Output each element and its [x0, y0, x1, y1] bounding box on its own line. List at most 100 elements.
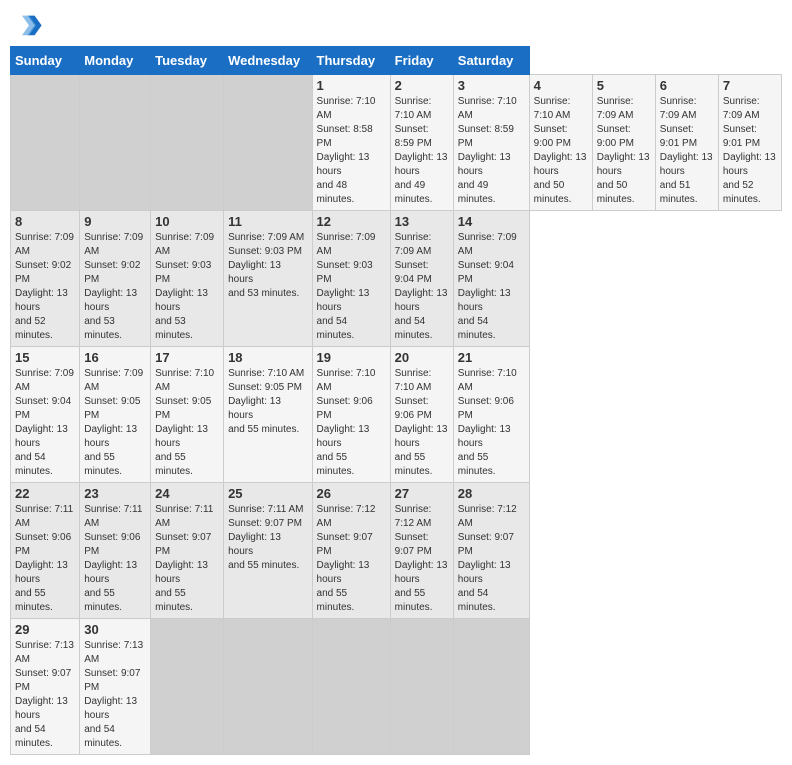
day-info: Sunrise: 7:09 AMSunset: 9:02 PMDaylight:… [15, 231, 75, 343]
day-info: Sunrise: 7:09 AMSunset: 9:02 PMDaylight:… [84, 231, 146, 343]
day-header-saturday: Saturday [453, 47, 529, 75]
day-number: 9 [84, 214, 146, 229]
day-info: Sunrise: 7:09 AMSunset: 9:03 PMDaylight:… [317, 231, 386, 343]
day-number: 24 [155, 486, 219, 501]
calendar-cell: 27 Sunrise: 7:12 AMSunset: 9:07 PMDayligh… [390, 483, 453, 619]
day-number: 11 [228, 214, 307, 229]
day-number: 4 [534, 78, 588, 93]
week-row-1: 1 Sunrise: 7:10 AMSunset: 8:58 PMDaylight… [11, 75, 782, 211]
day-header-wednesday: Wednesday [224, 47, 312, 75]
day-number: 1 [317, 78, 386, 93]
week-row-4: 22 Sunrise: 7:11 AMSunset: 9:06 PMDayligh… [11, 483, 782, 619]
calendar-cell: 8Sunrise: 7:09 AMSunset: 9:02 PMDaylight… [11, 211, 80, 347]
calendar-cell [224, 619, 312, 755]
logo-icon [15, 10, 43, 38]
calendar-cell: 26 Sunrise: 7:12 AMSunset: 9:07 PMDayligh… [312, 483, 390, 619]
day-info: Sunrise: 7:13 AMSunset: 9:07 PMDaylight:… [15, 639, 75, 751]
day-info: Sunrise: 7:09 AMSunset: 9:04 PMDaylight:… [395, 231, 449, 343]
calendar-cell: 18 Sunrise: 7:10 AMSunset: 9:05 PMDayligh… [224, 347, 312, 483]
day-number: 2 [395, 78, 449, 93]
calendar-cell: 22Sunrise: 7:11 AMSunset: 9:06 PMDayligh… [11, 483, 80, 619]
day-info: Sunrise: 7:11 AMSunset: 9:07 PMDaylight:… [228, 503, 307, 573]
day-info: Sunrise: 7:09 AMSunset: 9:01 PMDaylight:… [660, 95, 714, 207]
calendar-cell: 11 Sunrise: 7:09 AMSunset: 9:03 PMDayligh… [224, 211, 312, 347]
day-header-monday: Monday [80, 47, 151, 75]
calendar-cell: 24 Sunrise: 7:11 AMSunset: 9:07 PMDayligh… [151, 483, 224, 619]
calendar-cell: 15 Sunrise: 7:09 AMSunset: 9:04 PMDayligh… [11, 347, 80, 483]
day-header-thursday: Thursday [312, 47, 390, 75]
day-info: Sunrise: 7:12 AMSunset: 9:07 PMDaylight:… [395, 503, 449, 615]
day-number: 17 [155, 350, 219, 365]
day-number: 30 [84, 622, 146, 637]
calendar-cell: 14 Sunrise: 7:09 AMSunset: 9:04 PMDayligh… [453, 211, 529, 347]
day-info: Sunrise: 7:11 AMSunset: 9:06 PMDaylight:… [84, 503, 146, 615]
calendar-cell: 25 Sunrise: 7:11 AMSunset: 9:07 PMDayligh… [224, 483, 312, 619]
day-number: 27 [395, 486, 449, 501]
calendar-cell: 2 Sunrise: 7:10 AMSunset: 8:59 PMDaylight… [390, 75, 453, 211]
page-header [10, 10, 782, 38]
day-info: Sunrise: 7:11 AMSunset: 9:07 PMDaylight:… [155, 503, 219, 615]
day-number: 25 [228, 486, 307, 501]
day-number: 23 [84, 486, 146, 501]
calendar-cell: 12 Sunrise: 7:09 AMSunset: 9:03 PMDayligh… [312, 211, 390, 347]
day-number: 18 [228, 350, 307, 365]
calendar-cell [453, 619, 529, 755]
calendar-cell: 13 Sunrise: 7:09 AMSunset: 9:04 PMDayligh… [390, 211, 453, 347]
day-number: 20 [395, 350, 449, 365]
calendar-cell: 10Sunrise: 7:09 AMSunset: 9:03 PMDayligh… [151, 211, 224, 347]
day-header-tuesday: Tuesday [151, 47, 224, 75]
day-info: Sunrise: 7:10 AMSunset: 8:58 PMDaylight:… [317, 95, 386, 207]
calendar-cell: 28Sunrise: 7:12 AMSunset: 9:07 PMDayligh… [453, 483, 529, 619]
day-number: 6 [660, 78, 714, 93]
calendar-header-row: SundayMondayTuesdayWednesdayThursdayFrid… [11, 47, 782, 75]
calendar-cell [224, 75, 312, 211]
calendar-cell: 19Sunrise: 7:10 AMSunset: 9:06 PMDayligh… [312, 347, 390, 483]
calendar-cell: 4 Sunrise: 7:10 AMSunset: 9:00 PMDaylight… [529, 75, 592, 211]
day-number: 14 [458, 214, 525, 229]
day-info: Sunrise: 7:10 AMSunset: 8:59 PMDaylight:… [395, 95, 449, 207]
day-info: Sunrise: 7:09 AMSunset: 9:04 PMDaylight:… [458, 231, 525, 343]
day-info: Sunrise: 7:09 AMSunset: 9:00 PMDaylight:… [597, 95, 651, 207]
day-info: Sunrise: 7:09 AMSunset: 9:05 PMDaylight:… [84, 367, 146, 479]
calendar-table: SundayMondayTuesdayWednesdayThursdayFrid… [10, 46, 782, 755]
calendar-cell: 6 Sunrise: 7:09 AMSunset: 9:01 PMDaylight… [655, 75, 718, 211]
calendar-cell [312, 619, 390, 755]
calendar-cell: 1 Sunrise: 7:10 AMSunset: 8:58 PMDaylight… [312, 75, 390, 211]
calendar-cell: 23 Sunrise: 7:11 AMSunset: 9:06 PMDayligh… [80, 483, 151, 619]
day-number: 22 [15, 486, 75, 501]
day-info: Sunrise: 7:13 AMSunset: 9:07 PMDaylight:… [84, 639, 146, 751]
calendar-cell: 16Sunrise: 7:09 AMSunset: 9:05 PMDayligh… [80, 347, 151, 483]
day-number: 3 [458, 78, 525, 93]
day-header-friday: Friday [390, 47, 453, 75]
day-header-sunday: Sunday [11, 47, 80, 75]
calendar-cell: 7Sunrise: 7:09 AMSunset: 9:01 PMDaylight… [718, 75, 781, 211]
day-number: 5 [597, 78, 651, 93]
day-number: 15 [15, 350, 75, 365]
day-info: Sunrise: 7:12 AMSunset: 9:07 PMDaylight:… [317, 503, 386, 615]
calendar-cell: 21Sunrise: 7:10 AMSunset: 9:06 PMDayligh… [453, 347, 529, 483]
calendar-cell [80, 75, 151, 211]
day-info: Sunrise: 7:10 AMSunset: 9:06 PMDaylight:… [395, 367, 449, 479]
day-info: Sunrise: 7:10 AMSunset: 9:06 PMDaylight:… [317, 367, 386, 479]
day-number: 13 [395, 214, 449, 229]
calendar-cell [151, 75, 224, 211]
day-info: Sunrise: 7:10 AMSunset: 9:05 PMDaylight:… [155, 367, 219, 479]
day-number: 26 [317, 486, 386, 501]
calendar-cell: 29Sunrise: 7:13 AMSunset: 9:07 PMDayligh… [11, 619, 80, 755]
calendar-cell: 9 Sunrise: 7:09 AMSunset: 9:02 PMDaylight… [80, 211, 151, 347]
week-row-2: 8Sunrise: 7:09 AMSunset: 9:02 PMDaylight… [11, 211, 782, 347]
day-info: Sunrise: 7:10 AMSunset: 9:00 PMDaylight:… [534, 95, 588, 207]
calendar-cell [390, 619, 453, 755]
day-info: Sunrise: 7:09 AMSunset: 9:04 PMDaylight:… [15, 367, 75, 479]
week-row-5: 29Sunrise: 7:13 AMSunset: 9:07 PMDayligh… [11, 619, 782, 755]
day-info: Sunrise: 7:10 AMSunset: 8:59 PMDaylight:… [458, 95, 525, 207]
calendar-cell [151, 619, 224, 755]
day-number: 21 [458, 350, 525, 365]
week-row-3: 15 Sunrise: 7:09 AMSunset: 9:04 PMDayligh… [11, 347, 782, 483]
day-info: Sunrise: 7:09 AMSunset: 9:01 PMDaylight:… [723, 95, 777, 207]
calendar-cell: 3 Sunrise: 7:10 AMSunset: 8:59 PMDaylight… [453, 75, 529, 211]
day-info: Sunrise: 7:09 AMSunset: 9:03 PMDaylight:… [228, 231, 307, 301]
day-number: 12 [317, 214, 386, 229]
day-info: Sunrise: 7:10 AMSunset: 9:05 PMDaylight:… [228, 367, 307, 437]
logo [15, 10, 47, 38]
